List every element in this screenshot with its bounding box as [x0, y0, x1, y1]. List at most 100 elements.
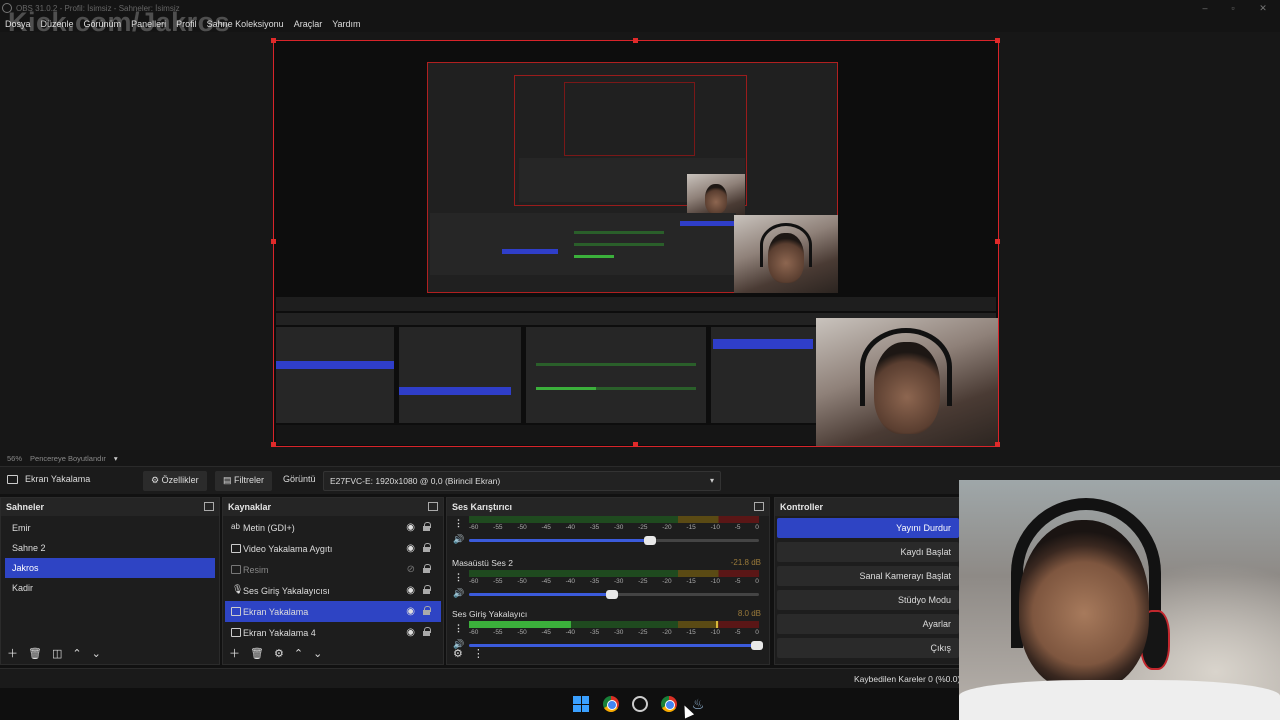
eye-icon[interactable]: ◉: [406, 585, 415, 596]
speaker-icon[interactable]: 🔊: [453, 588, 464, 599]
source-list: ab Metin (GDI+) ◉ Video Yakalama Aygıtı …: [223, 516, 443, 644]
add-icon[interactable]: ＋: [7, 645, 18, 661]
chevron-down-icon[interactable]: ▾: [114, 454, 118, 463]
monitor-icon: [231, 628, 241, 637]
resize-handle-l[interactable]: [271, 239, 276, 244]
menu-help[interactable]: Yardım: [332, 19, 360, 29]
move-up-icon[interactable]: ⌃: [72, 647, 81, 660]
scene-item-sahne-2[interactable]: Sahne 2: [5, 538, 215, 558]
tick-label: -50: [517, 629, 527, 636]
lock-icon[interactable]: [423, 522, 431, 531]
filters-label: Filtreler: [234, 475, 265, 485]
resize-handle-br[interactable]: [995, 442, 1000, 447]
zoom-level[interactable]: 56%: [7, 454, 22, 463]
volume-slider[interactable]: [469, 536, 759, 545]
gear-icon[interactable]: ⚙: [274, 647, 284, 660]
meter-ticks: -60 -55 -50 -45 -40 -35 -30 -25 -20 -15 -10 -5 0: [469, 524, 759, 532]
move-up-icon[interactable]: ⌃: [294, 647, 303, 660]
tick-label: -40: [565, 578, 576, 585]
trash-icon[interactable]: 🗑: [28, 647, 42, 660]
source-item-screen-capture[interactable]: Ekran Yakalama ◉: [225, 601, 441, 622]
lock-icon[interactable]: [423, 585, 431, 594]
mixer-channel: ⋮ -60 -55 -50 -45 -40 -35 -30 -25 -20 -15 -10 -5 0 🔊: [447, 516, 769, 556]
exit-button[interactable]: Çıkış: [777, 638, 959, 658]
tick-label: -15: [686, 629, 696, 636]
undock-icon[interactable]: [428, 502, 438, 511]
display-select[interactable]: E27FVC-E: 1920x1080 @ 0,0 (Birincil Ekra…: [323, 471, 721, 491]
eye-icon[interactable]: ◉: [406, 522, 415, 533]
tick-label: -30: [613, 524, 624, 531]
close-icon[interactable]: ✕: [1256, 1, 1270, 15]
chrome-icon[interactable]: [603, 696, 619, 712]
lock-icon[interactable]: [423, 543, 431, 552]
volume-knob[interactable]: [606, 590, 618, 599]
resize-handle-bl[interactable]: [271, 442, 276, 447]
meter-ticks: -60 -55 -50 -45 -40 -35 -30 -25 -20 -15 -10 -5 0: [469, 629, 759, 637]
menu-dots-icon[interactable]: ⋮: [473, 647, 484, 660]
trash-icon[interactable]: 🗑: [250, 647, 264, 660]
zoom-mode[interactable]: Pencereye Boyutlandır: [30, 454, 106, 463]
obs-icon[interactable]: [632, 696, 648, 712]
tick-label: -10: [710, 524, 720, 531]
menu-tools[interactable]: Araçlar: [294, 19, 323, 29]
undock-icon[interactable]: [754, 502, 764, 511]
tick-label: -60: [469, 578, 479, 585]
volume-slider[interactable]: [469, 590, 759, 599]
preview-canvas[interactable]: [273, 40, 999, 447]
scene-item-kadir[interactable]: Kadir: [5, 578, 215, 598]
speaker-icon[interactable]: 🔊: [453, 534, 464, 545]
eye-hidden-icon[interactable]: ⊘: [407, 564, 415, 575]
start-virtual-camera-button[interactable]: Sanal Kamerayı Başlat: [777, 566, 959, 586]
eye-icon[interactable]: ◉: [406, 543, 415, 554]
resize-handle-r[interactable]: [995, 239, 1000, 244]
lock-icon[interactable]: [423, 606, 431, 615]
tick-label: -55: [493, 578, 503, 585]
filters-button[interactable]: ▤ Filtreler: [215, 471, 273, 491]
volume-knob[interactable]: [643, 536, 656, 545]
channel-menu-icon[interactable]: ⋮: [454, 623, 463, 634]
scene-item-emir[interactable]: Emir: [5, 518, 215, 538]
move-down-icon[interactable]: ⌄: [313, 647, 322, 660]
channel-menu-icon[interactable]: ⋮: [454, 518, 463, 529]
scenes-dock: Sahneler Emir Sahne 2 Jakros Kadir ＋ 🗑 ◫…: [0, 497, 220, 665]
zoom-bar: 56% Pencereye Boyutlandır ▾: [0, 450, 1280, 466]
eye-icon[interactable]: ◉: [406, 627, 415, 638]
source-label: Resim: [243, 565, 269, 575]
add-icon[interactable]: ＋: [229, 645, 240, 661]
source-item-audio-input[interactable]: 🎙 Ses Giriş Yakalayıcısı ◉: [225, 580, 441, 601]
resize-handle-tl[interactable]: [271, 38, 276, 43]
source-item-screen-capture-4[interactable]: Ekran Yakalama 4 ◉: [225, 622, 441, 643]
channel-menu-icon[interactable]: ⋮: [454, 572, 463, 583]
minimize-icon[interactable]: –: [1198, 1, 1212, 15]
source-label: Video Yakalama Aygıtı: [243, 544, 333, 554]
resize-handle-b[interactable]: [633, 442, 638, 447]
image-icon: [231, 565, 241, 574]
source-item-video-capture[interactable]: Video Yakalama Aygıtı ◉: [225, 538, 441, 559]
stop-streaming-button[interactable]: Yayını Durdur: [777, 518, 959, 538]
source-item-text[interactable]: ab Metin (GDI+) ◉: [225, 517, 441, 538]
chrome-profile-icon[interactable]: [661, 696, 677, 712]
preview-area[interactable]: [0, 32, 1280, 450]
tick-label: -35: [589, 524, 600, 531]
settings-button[interactable]: Ayarlar: [777, 614, 959, 634]
move-down-icon[interactable]: ⌄: [92, 647, 101, 660]
properties-button[interactable]: ⚙ Özellikler: [143, 471, 207, 491]
resize-handle-tr[interactable]: [995, 38, 1000, 43]
maximize-icon[interactable]: ▫: [1226, 1, 1240, 15]
studio-mode-button[interactable]: Stüdyo Modu: [777, 590, 959, 610]
lock-icon[interactable]: [423, 627, 431, 636]
lock-icon[interactable]: [423, 564, 431, 573]
start-recording-button[interactable]: Kaydı Başlat: [777, 542, 959, 562]
filter-icon[interactable]: ◫: [52, 647, 62, 660]
steam-icon[interactable]: ♨: [690, 696, 706, 712]
properties-label: Özellikler: [161, 475, 199, 485]
resize-handle-t[interactable]: [633, 38, 638, 43]
gear-icon[interactable]: ⚙: [453, 647, 463, 660]
source-item-image[interactable]: Resim ⊘: [225, 559, 441, 580]
webcam-overlay: [959, 480, 1280, 720]
windows-start-icon[interactable]: [573, 696, 589, 712]
undock-icon[interactable]: [204, 502, 214, 511]
tick-label: -50: [517, 578, 527, 585]
eye-icon[interactable]: ◉: [406, 606, 415, 617]
scene-item-jakros[interactable]: Jakros: [5, 558, 215, 578]
